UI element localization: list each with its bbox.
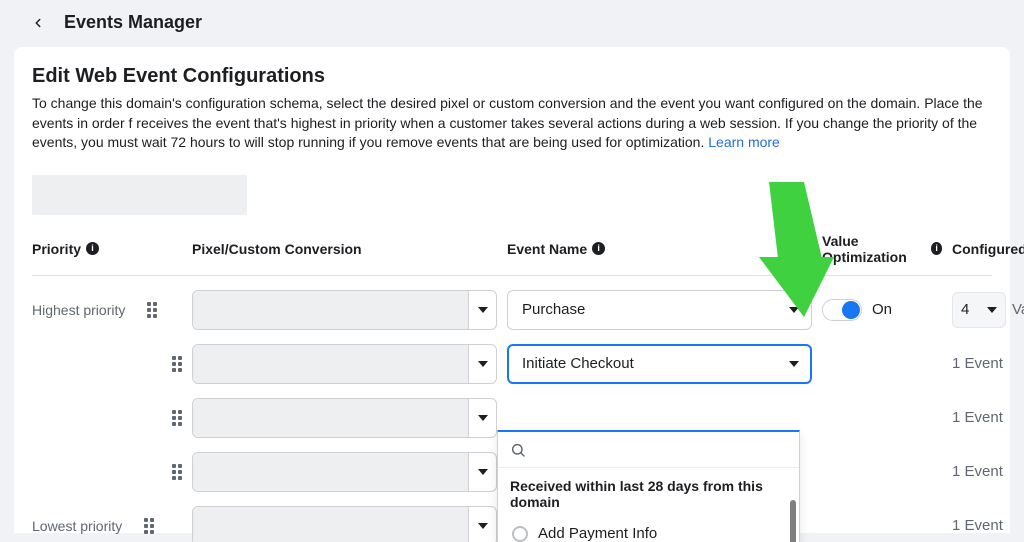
pixel-select[interactable] bbox=[192, 452, 497, 492]
chevron-left-icon bbox=[31, 16, 45, 30]
table-row: Initiate Checkout 1 Event bbox=[32, 344, 992, 384]
col-event: Event Namei bbox=[507, 241, 812, 257]
chevron-down-icon bbox=[789, 361, 799, 367]
learn-more-link[interactable]: Learn more bbox=[708, 134, 780, 150]
drag-handle-icon[interactable] bbox=[172, 356, 182, 372]
value-opt-toggle[interactable] bbox=[822, 299, 862, 321]
configured-count: 1 Event bbox=[952, 409, 1024, 426]
pixel-select[interactable] bbox=[192, 344, 497, 384]
chevron-down-icon bbox=[478, 307, 488, 313]
col-valueopt: Value Optimizationi bbox=[822, 233, 942, 265]
info-icon[interactable]: i bbox=[592, 242, 605, 255]
event-dropdown: Received within last 28 days from this d… bbox=[497, 430, 800, 542]
search-icon bbox=[510, 442, 526, 458]
chevron-down-icon bbox=[478, 415, 488, 421]
chevron-down-icon bbox=[478, 523, 488, 529]
drag-handle-icon[interactable] bbox=[172, 464, 182, 480]
pixel-select[interactable] bbox=[192, 290, 497, 330]
dropdown-search bbox=[498, 432, 799, 468]
value-opt-cell: On bbox=[822, 299, 942, 321]
drag-handle-icon[interactable] bbox=[172, 410, 182, 426]
table-row: Highest priority Purchase On 4 Va bbox=[32, 290, 992, 330]
drag-handle-icon[interactable] bbox=[147, 302, 157, 318]
col-pixel: Pixel/Custom Conversion bbox=[192, 241, 497, 257]
priority-highest: Highest priority bbox=[32, 302, 125, 318]
col-configured: Configured bbox=[952, 241, 1024, 257]
drag-handle-icon[interactable] bbox=[144, 518, 154, 534]
panel-heading: Edit Web Event Configurations bbox=[32, 65, 992, 88]
domain-display bbox=[32, 175, 247, 215]
configured-count: 1 Event bbox=[952, 355, 1024, 372]
app-header: Events Manager bbox=[0, 0, 1024, 47]
page-title: Events Manager bbox=[64, 12, 202, 33]
radio-icon bbox=[512, 526, 528, 542]
back-button[interactable] bbox=[28, 13, 48, 33]
pixel-select[interactable] bbox=[192, 506, 497, 542]
table-header: Priorityi Pixel/Custom Conversion Event … bbox=[32, 233, 992, 276]
dropdown-group-title: Received within last 28 days from this d… bbox=[498, 468, 799, 518]
configured-count-select[interactable]: 4 bbox=[952, 292, 1006, 328]
info-icon[interactable]: i bbox=[931, 242, 942, 255]
pixel-select[interactable] bbox=[192, 398, 497, 438]
chevron-down-icon bbox=[789, 307, 799, 313]
dropdown-search-input[interactable] bbox=[534, 440, 787, 459]
configured-count: 1 Event bbox=[952, 517, 1024, 534]
event-name-select[interactable]: Initiate Checkout bbox=[507, 344, 812, 384]
chevron-down-icon bbox=[478, 361, 488, 367]
dropdown-option[interactable]: Add Payment Info bbox=[498, 518, 799, 542]
edit-panel: Edit Web Event Configurations To change … bbox=[14, 47, 1010, 533]
info-icon[interactable]: i bbox=[86, 242, 99, 255]
chevron-down-icon bbox=[987, 307, 997, 313]
event-name-select[interactable]: Purchase bbox=[507, 290, 812, 330]
panel-description: To change this domain's configuration sc… bbox=[32, 94, 992, 153]
scrollbar[interactable] bbox=[790, 500, 796, 542]
configured-count: 1 Event bbox=[952, 463, 1024, 480]
chevron-down-icon bbox=[478, 469, 488, 475]
priority-lowest: Lowest priority bbox=[32, 518, 122, 534]
col-priority: Priorityi bbox=[32, 241, 182, 257]
